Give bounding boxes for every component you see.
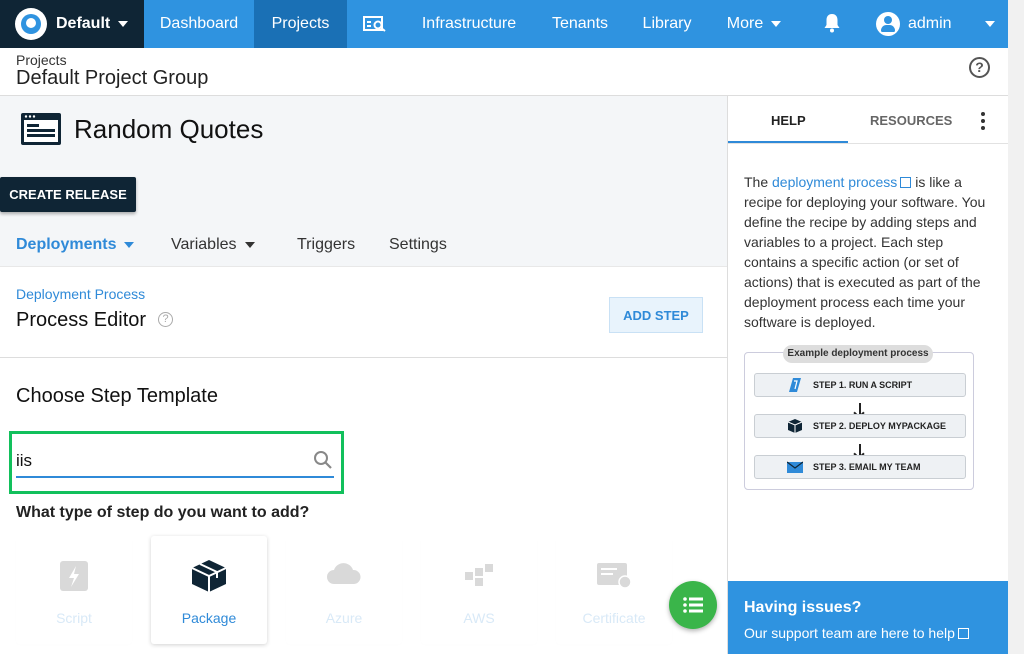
process-editor-title: Process Editor [16,309,147,331]
nav-tasks[interactable] [347,0,403,48]
diagram-step: STEP 3. EMAIL MY TEAM [754,455,966,479]
chevron-down-icon [124,241,135,248]
package-icon [787,419,803,433]
script-icon [60,561,88,591]
step-type-label: Package [181,610,237,626]
project-title: Random Quotes [74,114,264,144]
diagram-step-label: STEP 2. DEPLOY MYPACKAGE [813,421,947,431]
nav-projects[interactable]: Projects [254,0,347,48]
diagram-step: STEP 1. RUN A SCRIPT [754,373,966,397]
list-icon [683,597,703,613]
help-text-post: is like a recipe for deploying your soft… [744,174,986,330]
nav-dashboard[interactable]: Dashboard [144,0,254,48]
step-type-certificate[interactable]: Certificate [556,536,672,644]
step-type-label: AWS [463,610,495,626]
external-link-icon [900,177,912,188]
deployment-process-link[interactable]: Deployment Process [16,286,145,302]
certificate-icon [597,563,632,589]
divider [0,357,727,358]
kebab-icon[interactable] [981,112,985,133]
help-link-label: deployment process [772,174,898,190]
chevron-down-icon [244,241,255,248]
tab-triggers[interactable]: Triggers [297,236,355,254]
chevron-down-icon [118,21,129,27]
email-icon [787,461,803,473]
script-icon [789,378,801,392]
chevron-down-icon[interactable] [985,21,995,27]
step-type-label: Certificate [582,610,646,626]
tab-deployments[interactable]: Deployments [16,236,135,254]
nav-more-label: More [726,15,764,32]
external-link-icon [957,628,969,639]
tab-variables[interactable]: Variables [171,236,255,254]
aws-icon [465,564,493,586]
nav-tenants[interactable]: Tenants [535,0,625,48]
space-switcher[interactable]: Default [0,0,144,48]
help-text-pre: The [744,174,773,190]
tab-deployments-label: Deployments [16,236,117,253]
tasks-icon [363,16,386,32]
support-title: Having issues? [744,599,862,616]
scrollbar[interactable] [1008,0,1024,654]
step-type-script[interactable]: Script [16,536,132,644]
support-banner[interactable]: Having issues? Our support team are here… [728,581,1008,654]
diagram-step-label: STEP 3. EMAIL MY TEAM [813,462,921,472]
step-type-azure[interactable]: Azure [286,536,402,644]
help-icon[interactable]: ? [969,57,990,78]
search-icon[interactable] [313,450,333,470]
nav-library[interactable]: Library [625,0,709,48]
octopus-logo [15,8,47,40]
azure-icon [327,563,361,584]
divider [728,143,1008,144]
step-type-question: What type of step do you want to add? [16,504,310,521]
step-type-aws[interactable]: AWS [421,536,537,644]
bell-icon[interactable] [823,13,841,33]
tab-help[interactable]: HELP [771,113,806,128]
top-nav: Default Dashboard Projects Infrastructur… [0,0,1008,48]
nav-infrastructure[interactable]: Infrastructure [403,0,535,48]
page-title: Default Project Group [16,67,209,89]
user-avatar[interactable] [876,12,900,36]
user-name[interactable]: admin [908,0,952,48]
diagram-title: Example deployment process [783,345,933,363]
chevron-down-icon [771,21,782,27]
space-name: Default [56,15,111,32]
step-type-label: Script [56,610,92,626]
nav-more[interactable]: More [709,0,799,48]
choose-step-heading: Choose Step Template [16,385,218,407]
tab-settings[interactable]: Settings [389,236,447,254]
deployment-process-help-link[interactable]: deployment process [772,174,912,190]
diagram-step-label: STEP 1. RUN A SCRIPT [813,380,913,390]
search-input[interactable] [16,446,334,478]
support-link[interactable]: Our support team are here to help [744,625,969,641]
package-icon [191,560,227,592]
help-text: The deployment process is like a recipe … [744,172,994,332]
step-type-package[interactable]: Package [151,536,267,644]
tab-resources[interactable]: RESOURCES [870,113,952,128]
list-fab-button[interactable] [669,581,717,629]
diagram-step: STEP 2. DEPLOY MYPACKAGE [754,414,966,438]
create-release-button[interactable]: CREATE RELEASE [0,177,136,212]
example-process-diagram: Example deployment process STEP 1. RUN A… [744,345,974,490]
project-logo-icon [21,113,61,145]
breadcrumb[interactable]: Projects [16,52,67,68]
help-icon[interactable]: ? [158,312,173,327]
support-text: Our support team are here to help [744,625,955,641]
step-type-label: Azure [325,610,363,626]
tab-variables-label: Variables [171,236,237,253]
add-step-button[interactable]: ADD STEP [609,297,703,333]
